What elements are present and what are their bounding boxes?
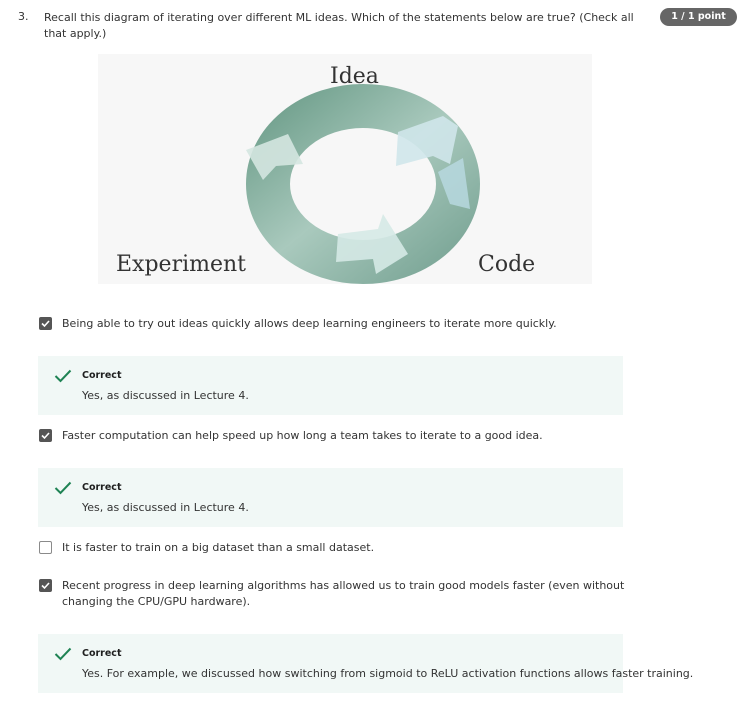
checkbox-icon[interactable] — [39, 579, 52, 592]
label-code: Code — [478, 252, 536, 277]
checkmark-icon — [54, 369, 72, 383]
score-badge: 1 / 1 point — [660, 8, 737, 26]
option-text: Faster computation can help speed up how… — [62, 429, 543, 442]
checkmark-icon — [54, 481, 72, 495]
label-idea: Idea — [330, 64, 379, 89]
checkmark-icon — [54, 647, 72, 661]
option-text: Recent progress in deep learning algorit… — [62, 579, 625, 608]
feedback-message: Yes, as discussed in Lecture 4. — [82, 501, 249, 514]
feedback-4: Correct Yes. For example, we discussed h… — [38, 634, 693, 693]
feedback-1: Correct Yes, as discussed in Lecture 4. — [38, 356, 623, 415]
feedback-title: Correct — [82, 370, 122, 381]
feedback-message: Yes. For example, we discussed how switc… — [82, 667, 694, 680]
feedback-2: Correct Yes, as discussed in Lecture 4. — [38, 468, 623, 527]
question-number: 3. — [18, 10, 29, 23]
checkbox-icon[interactable] — [39, 429, 52, 442]
iteration-diagram: Idea Experiment Code — [98, 54, 592, 284]
checkbox-icon[interactable] — [39, 317, 52, 330]
feedback-message: Yes, as discussed in Lecture 4. — [82, 389, 249, 402]
feedback-title: Correct — [82, 482, 122, 493]
checkbox-icon[interactable] — [39, 541, 52, 554]
option-text: It is faster to train on a big dataset t… — [62, 541, 375, 554]
question-text: Recall this diagram of iterating over di… — [44, 11, 634, 40]
option-text: Being able to try out ideas quickly allo… — [62, 317, 557, 330]
label-experiment: Experiment — [116, 252, 247, 277]
feedback-title: Correct — [82, 648, 122, 659]
